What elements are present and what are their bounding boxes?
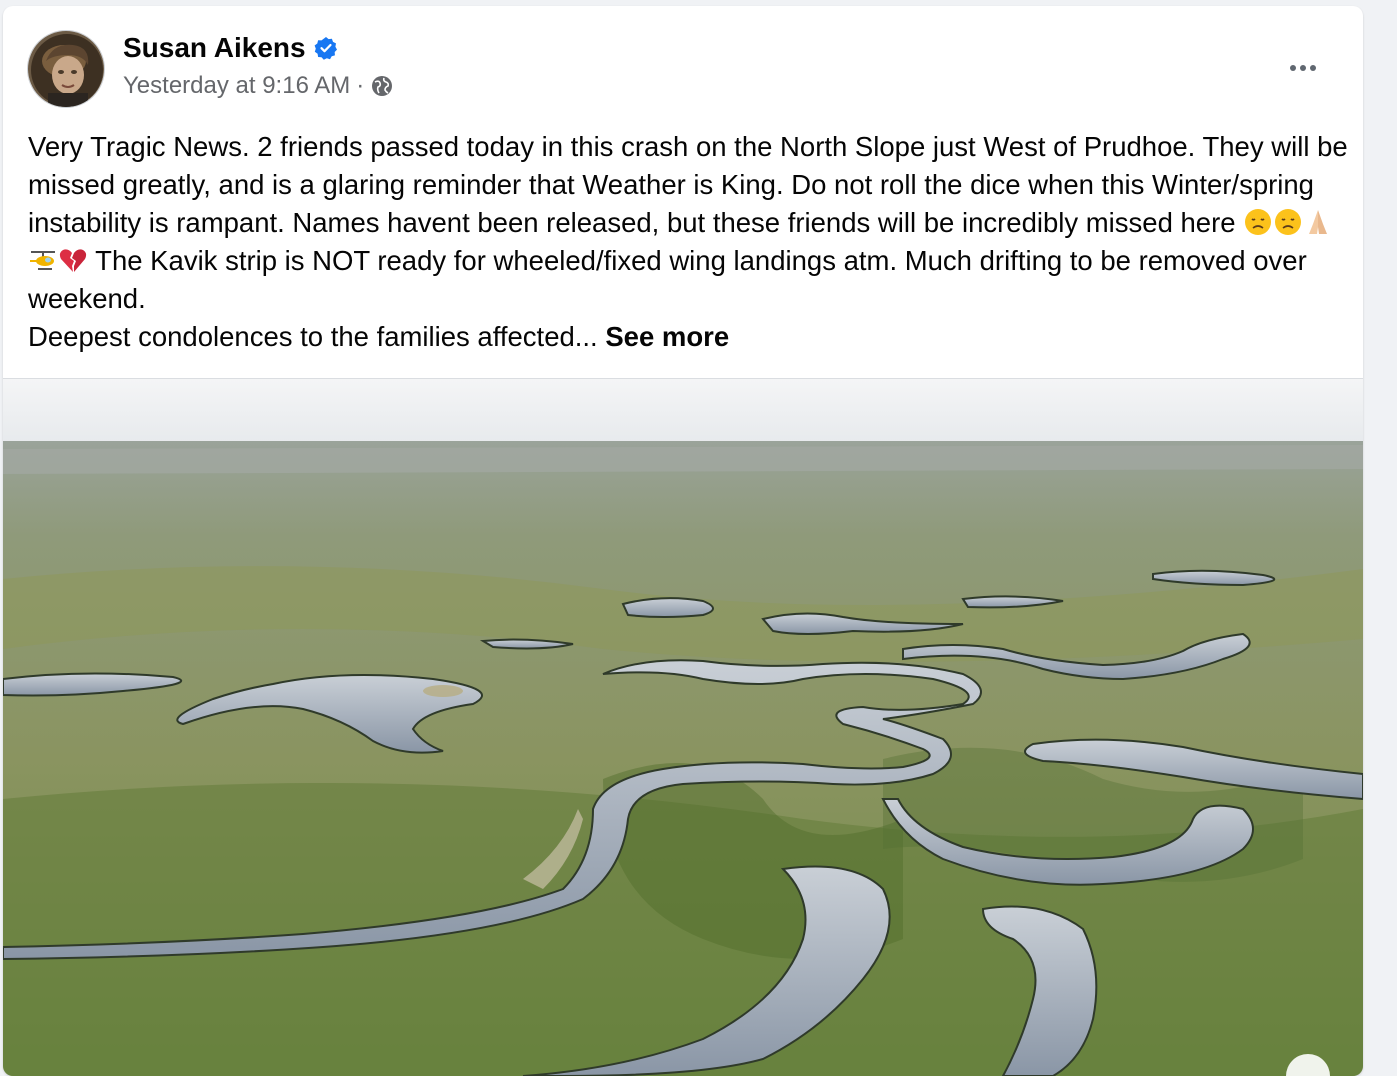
folded-hands-icon [1309, 210, 1328, 234]
post-meta: Yesterday at 9:16 AM · [123, 72, 394, 100]
aerial-river-photo [3, 379, 1363, 1076]
author-name[interactable]: Susan Aikens [123, 32, 338, 64]
see-more-link[interactable]: See more [605, 321, 729, 352]
author-label[interactable]: Susan Aikens [123, 32, 306, 64]
more-horizontal-icon-dot [1300, 65, 1306, 71]
disappointed-face-icon [1245, 209, 1272, 235]
post-text-condolences: Deepest condolences to the families affe… [28, 321, 598, 352]
disappointed-face-icon [1275, 209, 1302, 235]
more-options-button[interactable] [1281, 54, 1325, 82]
verified-badge-icon [314, 37, 337, 60]
helicopter-icon [30, 251, 55, 270]
globe-icon[interactable] [370, 74, 394, 98]
post-text: Very Tragic News. 2 friends passed today… [28, 128, 1348, 356]
post-text-paragraph: Very Tragic News. 2 friends passed today… [28, 128, 1348, 318]
meta-separator: · [356, 72, 365, 99]
post-card: Susan Aikens Yesterday at 9:16 AM · Very… [3, 6, 1363, 1076]
post-photo[interactable] [3, 379, 1363, 1076]
post-text-main: Very Tragic News. 2 friends passed today… [28, 131, 1348, 238]
more-horizontal-icon [1290, 65, 1296, 71]
post-text-paragraph-2: Deepest condolences to the families affe… [28, 318, 1348, 356]
more-horizontal-icon-dot [1310, 65, 1316, 71]
avatar[interactable] [27, 30, 105, 108]
broken-heart-icon [59, 249, 87, 272]
post-text-continued: The Kavik strip is NOT ready for wheeled… [28, 245, 1307, 314]
timestamp[interactable]: Yesterday at 9:16 AM [123, 72, 350, 100]
